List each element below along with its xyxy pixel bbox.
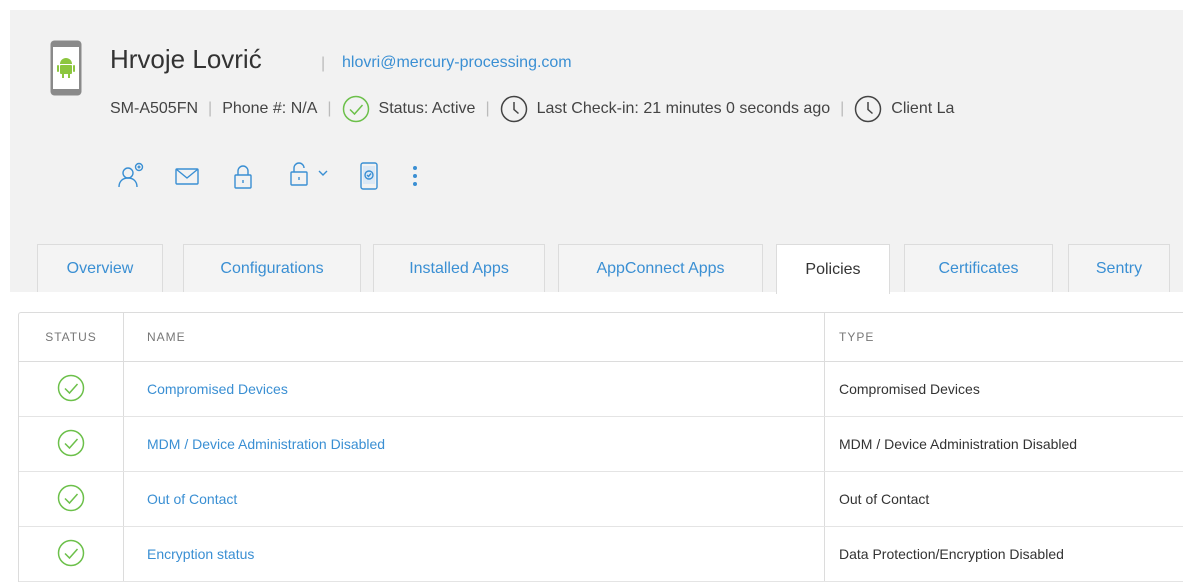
policy-name-link[interactable]: MDM / Device Administration Disabled <box>124 417 825 472</box>
tab-installed-apps[interactable]: Installed Apps <box>373 244 545 292</box>
user-name: Hrvoje Lovrić <box>110 44 262 75</box>
policy-type: Out of Contact <box>825 472 1183 527</box>
tab-configurations[interactable]: Configurations <box>183 244 361 292</box>
tab-appconnect-apps[interactable]: AppConnect Apps <box>558 244 763 292</box>
status-cell <box>19 362 124 417</box>
android-device-icon <box>50 40 82 96</box>
separator: | <box>840 100 844 118</box>
policy-name-link[interactable]: Encryption status <box>124 527 825 582</box>
table-row: MDM / Device Administration Disabled MDM… <box>19 417 1183 472</box>
policy-name-link[interactable]: Compromised Devices <box>124 362 825 417</box>
tab-overview[interactable]: Overview <box>37 244 163 292</box>
separator: | <box>208 100 212 118</box>
clock-icon <box>854 95 882 123</box>
policies-table: STATUS NAME TYPE Compromised Devices Com… <box>18 312 1183 582</box>
status-cell <box>19 417 124 472</box>
client-last-seen: Client La <box>891 100 954 118</box>
name-column-header[interactable]: NAME <box>124 313 825 362</box>
status-ok-icon <box>57 429 85 460</box>
status-ok-icon <box>57 374 85 405</box>
status-ok-icon <box>57 484 85 515</box>
add-user-icon[interactable] <box>116 161 146 191</box>
status-check-icon <box>342 95 370 123</box>
phone-number: Phone #: N/A <box>222 100 317 118</box>
table-row: Out of Contact Out of Contact <box>19 472 1183 527</box>
status-cell <box>19 527 124 582</box>
status-cell <box>19 472 124 527</box>
tab-sentry[interactable]: Sentry <box>1068 244 1170 292</box>
last-checkin: Last Check-in: 21 minutes 0 seconds ago <box>537 100 831 118</box>
policy-type: Compromised Devices <box>825 362 1183 417</box>
table-row: Compromised Devices Compromised Devices <box>19 362 1183 417</box>
tab-bar: Overview Configurations Installed Apps A… <box>10 238 1183 292</box>
more-icon[interactable] <box>410 161 420 191</box>
separator: | <box>485 100 489 118</box>
chevron-down-icon <box>316 166 330 185</box>
device-model: SM-A505FN <box>110 100 198 118</box>
device-check-icon[interactable] <box>358 161 380 191</box>
unlock-menu[interactable] <box>284 158 330 193</box>
clock-icon <box>500 95 528 123</box>
device-status: Status: Active <box>379 100 476 118</box>
type-column-header[interactable]: TYPE <box>825 313 1183 362</box>
name-separator: | <box>321 55 325 73</box>
policy-name-link[interactable]: Out of Contact <box>124 472 825 527</box>
status-column-header[interactable]: STATUS <box>19 313 124 362</box>
policy-type: Data Protection/Encryption Disabled <box>825 527 1183 582</box>
unlock-icon <box>284 158 314 193</box>
lock-icon[interactable] <box>228 161 258 191</box>
table-row: Encryption status Data Protection/Encryp… <box>19 527 1183 582</box>
separator: | <box>327 100 331 118</box>
device-actions <box>116 158 446 193</box>
device-info-row: SM-A505FN | Phone #: N/A | Status: Activ… <box>110 94 1183 124</box>
mail-icon[interactable] <box>172 161 202 191</box>
table-header-row: STATUS NAME TYPE <box>19 313 1183 362</box>
tab-policies[interactable]: Policies <box>776 244 890 294</box>
status-ok-icon <box>57 539 85 570</box>
user-email-link[interactable]: hlovri@mercury-processing.com <box>342 54 572 72</box>
policy-type: MDM / Device Administration Disabled <box>825 417 1183 472</box>
tab-certificates[interactable]: Certificates <box>904 244 1053 292</box>
